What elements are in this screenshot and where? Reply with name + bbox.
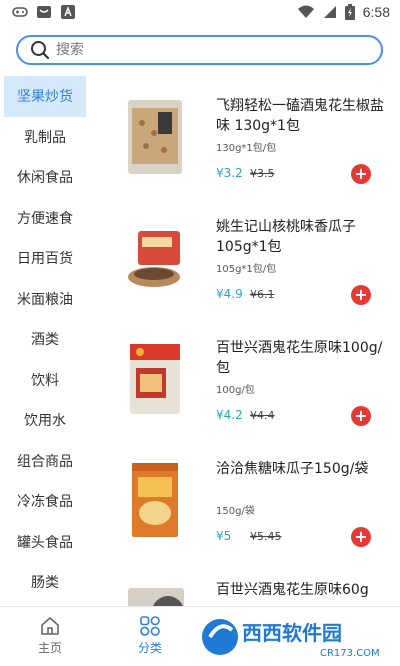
category-item-beverages[interactable]: 饮料 [0,360,90,401]
search-input[interactable] [56,42,356,58]
product-name: 洽洽焦糖味瓜子150g/袋 [216,461,369,477]
signal-icon [323,6,336,18]
product-spec: 100g/包 [216,385,255,396]
category-item-daily-goods[interactable]: 日用百货 [0,238,90,279]
add-to-cart-button[interactable]: + [351,164,371,184]
category-grid-icon [140,616,160,636]
product-original-price: ¥3.5 [250,167,275,180]
product-original-price: ¥6.1 [250,288,275,301]
status-right: 6:58 [297,4,390,20]
product-image [128,588,184,606]
add-to-cart-button[interactable]: + [351,527,371,547]
category-item-water[interactable]: 饮用水 [0,400,90,441]
category-sidebar: 坚果炒货 乳制品 休闲食品 方便速食 日用百货 米面粮油 酒类 饮料 饮用水 组… [0,76,90,606]
category-item-snacks[interactable]: 休闲食品 [0,157,90,198]
app-icon [37,6,51,18]
home-icon [41,617,59,635]
svg-text:CR173.COM: CR173.COM [320,648,380,659]
product-original-price: ¥5.45 [250,530,282,543]
category-item-bundles[interactable]: 组合商品 [0,441,90,482]
clock: 6:58 [362,4,390,20]
category-item-sausage[interactable]: 肠类 [0,562,90,603]
add-to-cart-button[interactable]: + [351,285,371,305]
nav-category[interactable]: 分类 [120,615,180,656]
product-price: ¥3.2 [216,166,243,180]
category-item-rice-oil[interactable]: 米面粮油 [0,279,90,320]
watermark-logo: 西西软件园 CR173.COM [202,619,380,659]
product-original-price: ¥4.4 [250,409,275,422]
product-image [132,463,178,537]
product-list: 飞翔轻松一磕酒鬼花生椒盐味 130g*1包 130g*1包/包 ¥3.2 ¥3.… [100,82,400,606]
battery-icon [344,4,355,20]
nav-home-label: 主页 [37,641,62,655]
category-item-instant-food[interactable]: 方便速食 [0,198,90,239]
nav-category-label: 分类 [137,641,162,655]
category-item-dairy[interactable]: 乳制品 [0,117,90,158]
category-item-nuts[interactable]: 坚果炒货 [4,76,86,117]
product-name: 姚生记山核桃味香瓜子105g*1包 [216,219,356,255]
product-price: ¥4.2 [216,408,243,422]
category-item-canned[interactable]: 罐头食品 [0,522,90,563]
product-item[interactable]: 洽洽焦糖味瓜子150g/袋 150g/袋 ¥5 ¥5.45 + [100,445,400,566]
product-name: 飞翔轻松一磕酒鬼花生椒盐味 130g*1包 [216,98,384,134]
category-item-alcohol[interactable]: 酒类 [0,319,90,360]
text-a-icon [61,5,75,19]
product-item[interactable]: 百世兴酒鬼花生原味100g/包 100g/包 ¥4.2 ¥4.4 + [100,324,400,445]
nav-home[interactable]: 主页 [20,615,80,656]
product-name: 百世兴酒鬼花生原味100g/包 [216,340,383,376]
category-item-frozen[interactable]: 冷冻食品 [0,481,90,522]
product-image [130,344,180,414]
product-image [128,231,180,287]
search-bar[interactable] [16,35,383,65]
product-price: ¥5 [216,529,232,543]
search-icon [31,41,50,60]
product-name: 百世兴酒鬼花生原味60g [216,582,369,598]
product-price: ¥4.9 [216,287,243,301]
game-controller-icon [12,7,28,17]
product-spec: 105g*1包/包 [216,264,277,275]
product-item[interactable]: 姚生记山核桃味香瓜子105g*1包 105g*1包/包 ¥4.9 ¥6.1 + [100,203,400,324]
product-image [128,100,182,174]
wifi-icon [297,5,314,18]
status-bar: 6:58 [0,0,400,26]
product-item[interactable]: 飞翔轻松一磕酒鬼花生椒盐味 130g*1包 130g*1包/包 ¥3.2 ¥3.… [100,82,400,203]
add-to-cart-button[interactable]: + [351,406,371,426]
svg-text:西西软件园: 西西软件园 [242,621,342,645]
product-item[interactable]: 百世兴酒鬼花生原味60g [100,566,400,606]
product-spec: 150g/袋 [216,506,255,517]
product-spec: 130g*1包/包 [216,143,277,154]
status-left [12,5,76,19]
